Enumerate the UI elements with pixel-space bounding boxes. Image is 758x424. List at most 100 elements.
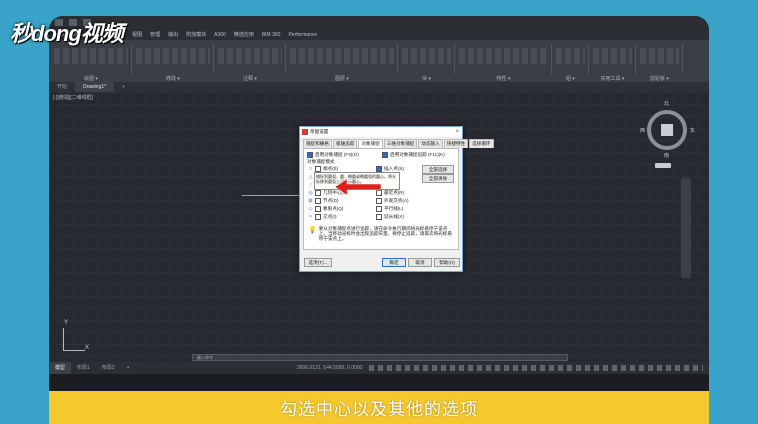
compass-south: 南 xyxy=(664,153,670,159)
viewcube-ring[interactable] xyxy=(647,110,687,150)
ribbon-tab[interactable]: 管理 xyxy=(150,31,160,38)
osnap-marker-icon: △ xyxy=(308,174,313,180)
osnap-mode-label: 象限点(Q) xyxy=(323,206,344,211)
dialog-tabs: 捕捉和栅格 极轴追踪 对象捕捉 三维对象捕捉 动态输入 快捷特性 选择循环 xyxy=(300,137,494,148)
osnap-mode-checkbox[interactable] xyxy=(376,206,382,212)
osnap-marker-icon: ⊠ xyxy=(308,198,313,204)
dialog-title-bar: 草图设置 × xyxy=(300,127,462,137)
ribbon-panel[interactable]: 注释 ▾ xyxy=(215,44,286,82)
osnap-mode-label: 最近点(R) xyxy=(384,190,405,195)
ribbon: 绘图 ▾ 修改 ▾ 注释 ▾ 图层 ▾ 块 ▾ 特性 ▾ 组 ▾ 实用工具 ▾ 剪贴板 ▾ xyxy=(49,40,709,82)
osnap-mode-label: 交点(I) xyxy=(323,214,337,219)
osnap-mode-checkbox[interactable] xyxy=(376,198,382,204)
status-toggle-icons[interactable] xyxy=(369,365,703,371)
wcs-menu-button[interactable] xyxy=(655,163,671,168)
ribbon-tab[interactable]: 精选应用 xyxy=(234,31,254,38)
ribbon-panel[interactable]: 组 ▾ xyxy=(553,44,589,82)
drafting-settings-dialog: 草图设置 × 捕捉和栅格 极轴追踪 对象捕捉 三维对象捕捉 动态输入 快捷特性 选择循环 启… xyxy=(299,126,494,272)
osnap-mode-label: 平行线(L) xyxy=(384,206,404,211)
ribbon-tab-bar: 默认 插入 注释 参数化 视图 管理 输出 附加模块 A360 精选应用 BIM 360 Perfor… xyxy=(49,29,709,40)
ribbon-tab[interactable]: 输出 xyxy=(168,31,178,38)
command-line[interactable]: 键入命令 xyxy=(192,354,568,361)
dialog-tab[interactable]: 对象捕捉 xyxy=(358,139,383,148)
ribbon-panel-label[interactable]: 实用工具 ▾ xyxy=(590,75,635,82)
select-all-button[interactable]: 全部选择 xyxy=(422,165,454,174)
osnap-mode-checkbox[interactable] xyxy=(315,206,321,212)
hint-text: 要从对象捕捉点进行追踪，请在命令执行期间将光标悬停于该点上。当移动光标时会出现追… xyxy=(318,226,452,241)
ribbon-panel-label[interactable]: 剪贴板 ▾ xyxy=(637,75,682,82)
options-button[interactable]: 选项(T)... xyxy=(304,258,332,267)
ribbon-panel-label[interactable]: 图层 ▾ xyxy=(287,75,397,82)
ribbon-panel-label[interactable]: 修改 ▾ xyxy=(133,75,213,82)
dialog-tab[interactable]: 三维对象捕捉 xyxy=(383,139,418,148)
enable-osnap-checkbox[interactable] xyxy=(307,152,313,158)
tab-drawing1[interactable]: Drawing1* xyxy=(75,82,115,92)
navigation-bar[interactable] xyxy=(681,178,691,278)
osnap-mode-row[interactable]: ◇ 象限点(Q) xyxy=(308,206,343,212)
dialog-tab[interactable]: 快捷特性 xyxy=(443,139,469,148)
osnap-marker-icon: □ xyxy=(308,166,313,172)
dialog-tab[interactable]: 捕捉和栅格 xyxy=(303,139,332,148)
watermark-logo: 秒dong视频 xyxy=(10,21,124,46)
coordinates-readout: 3696.0121, 544.5056, 0.0000 xyxy=(297,365,363,371)
ribbon-tab[interactable]: Performance xyxy=(288,32,317,38)
osnap-mode-row[interactable]: ⊠ 节点(D) xyxy=(308,198,339,204)
layout-tab[interactable]: 布局2 xyxy=(96,362,121,374)
close-icon[interactable]: × xyxy=(455,129,459,135)
enable-tracking-row[interactable]: 启用对象捕捉追踪 (F11)(K) xyxy=(382,152,445,158)
ribbon-panel-label[interactable]: 块 ▾ xyxy=(399,75,454,82)
tab-start[interactable]: 开始 xyxy=(49,82,75,92)
cancel-button[interactable]: 取消 xyxy=(408,258,432,267)
layout-tab[interactable]: 布局1 xyxy=(71,362,96,374)
osnap-mode-label: 外观交点(A) xyxy=(384,198,409,203)
help-button[interactable]: 帮助(H) xyxy=(434,258,460,267)
viewport-controls[interactable]: [-][俯视][二维线框] xyxy=(53,94,93,101)
ribbon-tab[interactable]: 附加模块 xyxy=(186,31,206,38)
ribbon-tab[interactable]: BIM 360 xyxy=(262,32,281,38)
enable-tracking-label: 启用对象捕捉追踪 (F11)(K) xyxy=(390,152,445,157)
ribbon-panel[interactable]: 剪贴板 ▾ xyxy=(637,44,683,82)
osnap-mode-row[interactable]: × 交点(I) xyxy=(308,214,337,220)
ribbon-panel-label[interactable]: 组 ▾ xyxy=(553,75,588,82)
ribbon-panel-label[interactable]: 特性 ▾ xyxy=(456,75,551,82)
ribbon-panel-label[interactable]: 注释 ▾ xyxy=(215,75,285,82)
enable-tracking-checkbox[interactable] xyxy=(382,152,388,158)
osnap-marker-icon: ◎ xyxy=(308,190,313,196)
layout-tab[interactable]: + xyxy=(121,362,136,374)
new-tab-button[interactable]: + xyxy=(114,82,133,92)
ribbon-panel[interactable]: 绘图 ▾ xyxy=(51,44,132,82)
osnap-mode-checkbox[interactable] xyxy=(315,190,321,196)
ribbon-panel[interactable]: 修改 ▾ xyxy=(133,44,214,82)
drawing-canvas[interactable]: [-][俯视][二维线框] 北 南 西 东 Y X 草图设置 × 捕捉和栅格 极轴… xyxy=(49,92,709,362)
ribbon-tab[interactable]: 视图 xyxy=(132,31,142,38)
dialog-tab[interactable]: 选择循环 xyxy=(469,139,494,148)
ribbon-panel[interactable]: 块 ▾ xyxy=(399,44,455,82)
osnap-panel: 启用对象捕捉 (F3)(O) 启用对象捕捉追踪 (F11)(K) 对象捕捉模式 … xyxy=(303,148,459,250)
dialog-tab[interactable]: 动态输入 xyxy=(418,139,443,148)
lightbulb-icon: 💡 xyxy=(308,227,317,234)
osnap-mode-row[interactable]: 外观交点(A) xyxy=(376,198,409,204)
viewcube-icon[interactable] xyxy=(661,124,673,136)
ok-button[interactable]: 确定 xyxy=(382,258,406,267)
layout-tab[interactable]: 模型 xyxy=(49,362,72,374)
osnap-mode-row[interactable]: 延长线(X) xyxy=(376,214,404,220)
ribbon-tab[interactable]: A360 xyxy=(214,32,226,38)
ribbon-panel[interactable]: 图层 ▾ xyxy=(287,44,398,82)
ribbon-panel[interactable]: 特性 ▾ xyxy=(456,44,552,82)
command-input[interactable]: 键入命令 xyxy=(197,355,213,361)
caption-text: 勾选中心以及其他的选项 xyxy=(280,400,478,419)
osnap-mode-checkbox[interactable] xyxy=(315,198,321,204)
osnap-mode-checkbox[interactable] xyxy=(315,214,321,220)
osnap-mode-label: 延长线(X) xyxy=(384,214,404,219)
osnap-mode-checkbox[interactable] xyxy=(376,214,382,220)
dialog-tab[interactable]: 极轴追踪 xyxy=(332,139,358,148)
caption-bar: 勾选中心以及其他的选项 xyxy=(49,391,709,424)
enable-osnap-label: 启用对象捕捉 (F3)(O) xyxy=(315,152,359,157)
clear-all-button[interactable]: 全部清除 xyxy=(422,174,454,183)
osnap-mode-row[interactable]: 平行线(L) xyxy=(376,206,403,212)
ribbon-panel[interactable]: 实用工具 ▾ xyxy=(590,44,636,82)
ucs-x-label: X xyxy=(85,345,90,351)
status-bar: 模型 布局1 布局2 + 3696.0121, 544.5056, 0.0000 xyxy=(49,362,709,374)
ribbon-panel-label[interactable]: 绘图 ▾ xyxy=(51,75,131,82)
enable-osnap-row[interactable]: 启用对象捕捉 (F3)(O) xyxy=(307,152,359,158)
